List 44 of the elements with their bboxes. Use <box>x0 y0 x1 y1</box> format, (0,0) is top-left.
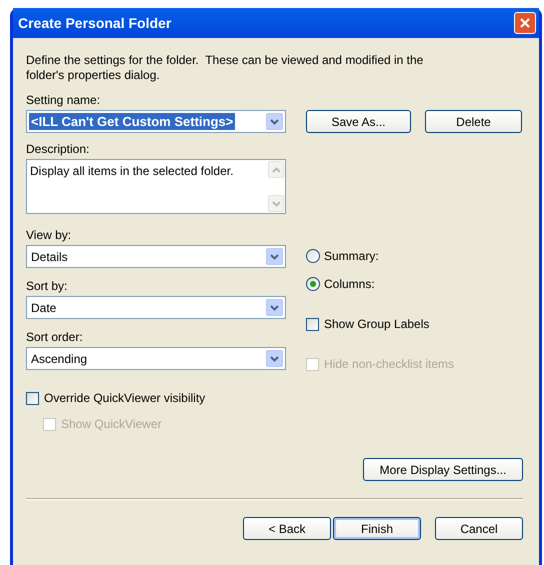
dropdown-value: Details <box>30 248 69 266</box>
radio-label: Summary: <box>324 248 379 265</box>
close-icon <box>519 17 531 29</box>
push-button[interactable]: Finish <box>333 517 421 540</box>
dropdown-field[interactable]: Date <box>26 296 286 319</box>
push-button[interactable]: Delete <box>425 110 522 133</box>
push-button[interactable]: Save As... <box>306 110 411 133</box>
dropdown-button[interactable] <box>266 248 283 265</box>
field-label: View by: <box>26 228 72 242</box>
dropdown-value: Ascending <box>30 350 88 368</box>
push-button[interactable]: < Back <box>243 517 331 540</box>
description-text: Display all items in the selected folder. <box>29 163 234 180</box>
chevron-down-icon <box>270 304 279 310</box>
dropdown-button[interactable] <box>266 113 283 130</box>
checkbox[interactable] <box>26 392 39 404</box>
window-title: Create Personal Folder <box>17 14 172 32</box>
checkbox-label: Override QuickViewer visibility <box>44 390 206 407</box>
radio-button[interactable] <box>306 249 320 263</box>
intro-text: Define the settings for the folder. These can be viewed and modified in the folder's properties dialog. <box>26 53 424 83</box>
close-button[interactable] <box>514 12 536 34</box>
checkbox-label: Show Group Labels <box>324 316 430 333</box>
dropdown-button[interactable] <box>266 299 283 316</box>
field-label: Setting name: <box>26 93 102 107</box>
dropdown-value: Date <box>30 300 58 316</box>
checkbox-label: Show QuickViewer <box>61 416 162 433</box>
chevron-down-icon <box>270 118 279 124</box>
field-label: Sort by: <box>26 279 68 293</box>
dropdown-button[interactable] <box>266 350 283 367</box>
scrollbar[interactable] <box>267 160 285 213</box>
checkbox-label: Hide non-checklist items <box>324 356 454 373</box>
field-label: Sort order: <box>26 330 84 344</box>
description-field[interactable]: Display all items in the selected folder. <box>26 159 286 214</box>
dropdown-field[interactable]: Ascending <box>26 347 286 370</box>
radio-button[interactable] <box>306 277 320 291</box>
chevron-down-icon <box>270 356 279 362</box>
chevron-down-icon <box>270 254 279 260</box>
push-button[interactable]: More Display Settings... <box>363 458 523 481</box>
radio-label: Columns: <box>324 276 375 293</box>
dropdown-field[interactable]: Details <box>26 245 286 268</box>
field-label: Description: <box>26 142 90 156</box>
checkbox[interactable] <box>306 318 319 330</box>
dropdown-value: <ILL Can't Get Custom Settings> <box>29 113 236 130</box>
dropdown-field[interactable]: <ILL Can't Get Custom Settings> <box>26 110 286 133</box>
push-button[interactable]: Cancel <box>435 517 523 540</box>
